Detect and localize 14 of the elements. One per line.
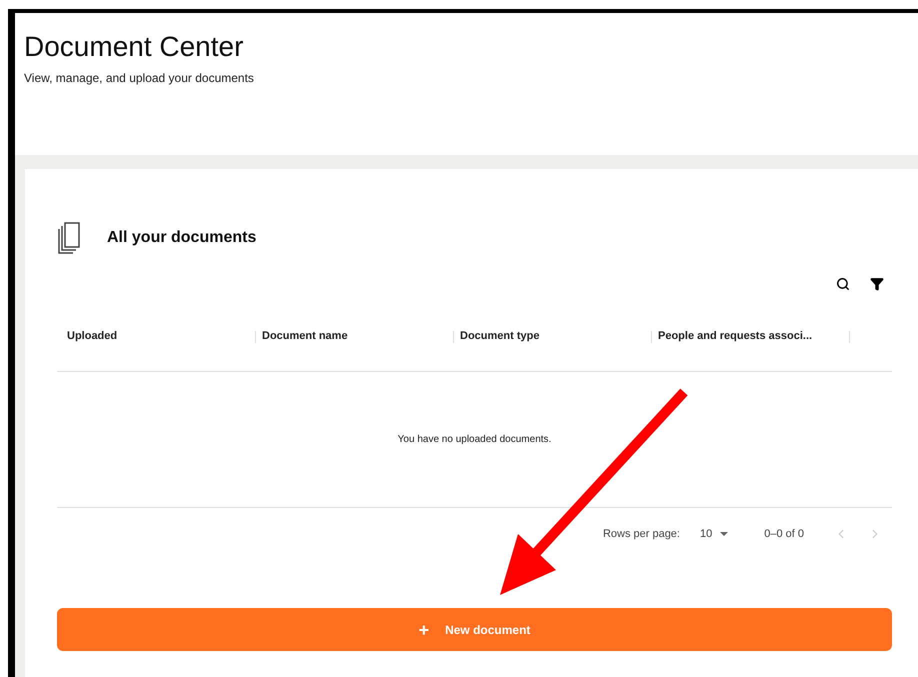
column-header[interactable]: Uploaded xyxy=(57,328,118,345)
filter-icon[interactable] xyxy=(870,277,884,291)
search-icon[interactable] xyxy=(836,277,850,291)
rows-per-page-select[interactable]: 10 xyxy=(700,526,728,542)
page-title: Document Center xyxy=(24,30,244,64)
column-header[interactable]: Document name xyxy=(262,328,348,345)
page-range: 0–0 of 0 xyxy=(764,526,804,542)
caret-icon xyxy=(720,532,728,536)
page-subtitle: View, manage, and upload your documents xyxy=(24,70,255,87)
column-header[interactable]: People and requests associ... xyxy=(658,328,812,345)
rows-per-page-label: Rows per page: xyxy=(602,526,680,542)
empty-message: You have no uploaded documents. xyxy=(398,433,552,447)
card-title: All your documents xyxy=(107,228,256,248)
column-header[interactable]: Document type xyxy=(460,328,540,345)
